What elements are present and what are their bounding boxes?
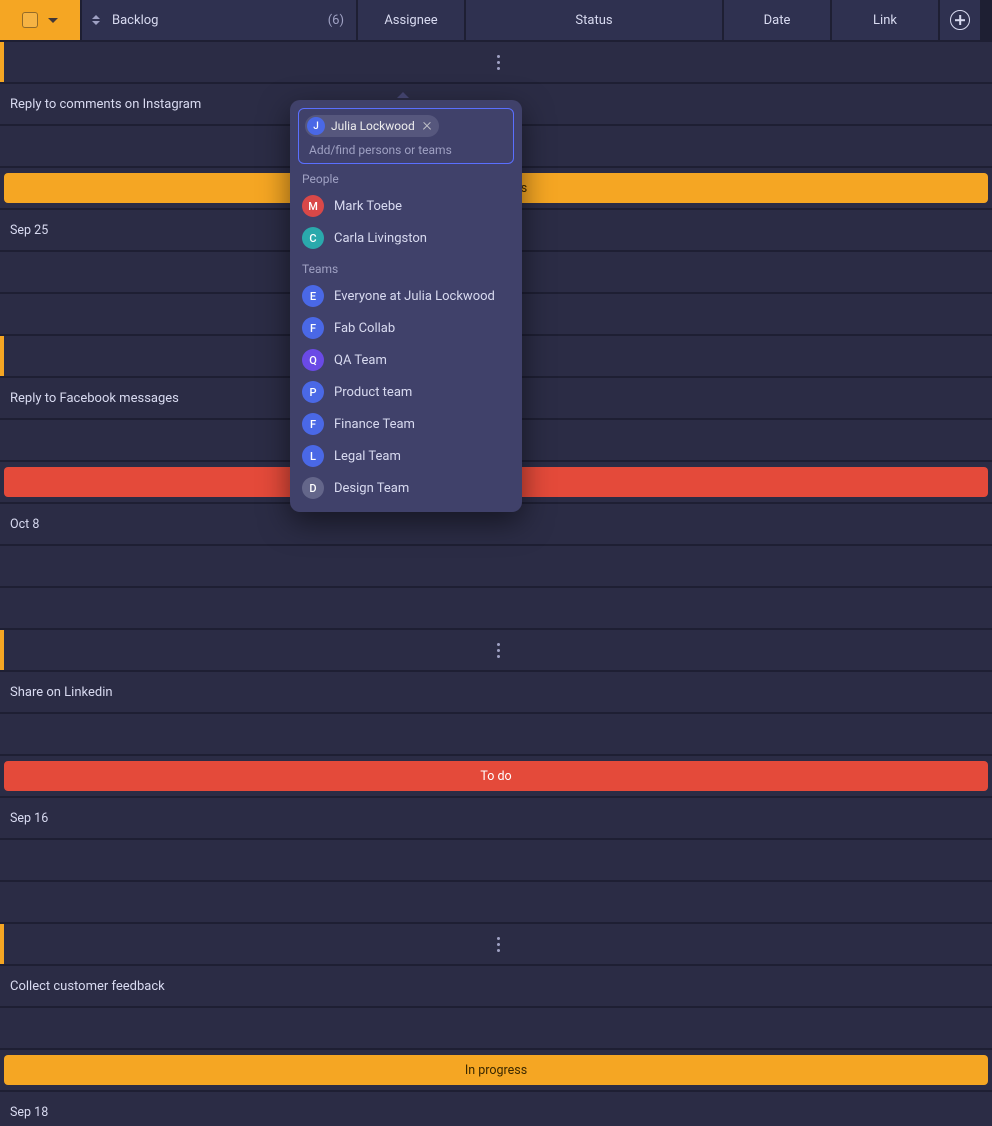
avatar: Q xyxy=(302,349,324,371)
chevron-down-icon[interactable] xyxy=(48,18,58,23)
drag-handle-icon[interactable] xyxy=(497,643,500,658)
avatar: E xyxy=(302,285,324,307)
avatar: F xyxy=(302,413,324,435)
checkbox-icon[interactable] xyxy=(22,12,38,28)
task-assignee[interactable] xyxy=(0,714,992,754)
task-status[interactable]: In progress xyxy=(0,1050,992,1090)
avatar: D xyxy=(302,477,324,499)
option-label: Design Team xyxy=(334,481,409,496)
picker-option[interactable]: C Carla Livingston xyxy=(298,222,514,254)
task-date[interactable]: Sep 16 xyxy=(0,798,992,838)
remove-tag-icon[interactable] xyxy=(421,120,433,132)
group-count: (6) xyxy=(328,13,344,28)
group-name-cell[interactable]: Backlog (6) xyxy=(82,0,356,40)
task-assignee[interactable] xyxy=(0,1008,992,1048)
option-label: Legal Team xyxy=(334,449,401,464)
drag-handle-icon[interactable] xyxy=(497,937,500,952)
row-handle[interactable] xyxy=(0,630,992,670)
picker-option[interactable]: F Finance Team xyxy=(298,408,514,440)
task-title: Reply to Facebook messages xyxy=(10,391,179,406)
task-title-cell[interactable]: Collect customer feedback xyxy=(0,966,992,1006)
group-name: Backlog xyxy=(112,13,158,28)
picker-option[interactable]: Q QA Team xyxy=(298,344,514,376)
avatar: J xyxy=(307,117,325,135)
option-label: Everyone at Julia Lockwood xyxy=(334,289,495,304)
avatar: C xyxy=(302,227,324,249)
avatar: F xyxy=(302,317,324,339)
plus-circle-icon xyxy=(950,10,970,30)
selected-person-name: Julia Lockwood xyxy=(331,119,415,133)
option-label: Product team xyxy=(334,385,412,400)
task-title: Reply to comments on Instagram xyxy=(10,97,201,112)
picker-option[interactable]: M Mark Toebe xyxy=(298,190,514,222)
picker-option[interactable]: L Legal Team xyxy=(298,440,514,472)
avatar: M xyxy=(302,195,324,217)
task-title-cell[interactable]: Share on Linkedin xyxy=(0,672,992,712)
sort-icon[interactable] xyxy=(92,15,100,25)
col-link[interactable]: Link xyxy=(832,0,938,40)
picker-section-title: People xyxy=(298,164,514,190)
add-column-button[interactable] xyxy=(940,0,980,40)
group-select-all[interactable] xyxy=(0,0,80,40)
avatar: P xyxy=(302,381,324,403)
col-date[interactable]: Date xyxy=(724,0,830,40)
task-link[interactable] xyxy=(0,546,992,586)
picker-option[interactable]: D Design Team xyxy=(298,472,514,504)
status-pill: To do xyxy=(4,761,988,791)
option-label: Fab Collab xyxy=(334,321,395,336)
col-assignee[interactable]: Assignee xyxy=(358,0,464,40)
drag-handle-icon[interactable] xyxy=(497,55,500,70)
status-pill: In progress xyxy=(4,1055,988,1085)
task-title: Collect customer feedback xyxy=(10,979,165,994)
popup-caret xyxy=(397,92,409,98)
picker-option[interactable]: F Fab Collab xyxy=(298,312,514,344)
picker-section-title: Teams xyxy=(298,254,514,280)
selected-person-tag[interactable]: J Julia Lockwood xyxy=(305,115,439,137)
row-end xyxy=(0,588,992,628)
row-handle[interactable] xyxy=(0,42,992,82)
picker-input[interactable]: Add/find persons or teams xyxy=(305,141,507,157)
picker-input-wrap[interactable]: J Julia Lockwood Add/find persons or tea… xyxy=(298,108,514,164)
task-title: Share on Linkedin xyxy=(10,685,113,700)
option-label: Finance Team xyxy=(334,417,415,432)
row-end xyxy=(0,882,992,922)
row-handle[interactable] xyxy=(0,924,992,964)
avatar: L xyxy=(302,445,324,467)
picker-option[interactable]: P Product team xyxy=(298,376,514,408)
task-date[interactable]: Sep 18 xyxy=(0,1092,992,1126)
task-status[interactable]: To do xyxy=(0,756,992,796)
option-label: Mark Toebe xyxy=(334,199,402,214)
group-header: Backlog (6) Assignee Status Date Link xyxy=(0,0,992,40)
option-label: Carla Livingston xyxy=(334,231,427,246)
option-label: QA Team xyxy=(334,353,387,368)
picker-option[interactable]: E Everyone at Julia Lockwood xyxy=(298,280,514,312)
col-status[interactable]: Status xyxy=(466,0,722,40)
assignee-picker[interactable]: J Julia Lockwood Add/find persons or tea… xyxy=(290,100,522,512)
task-link[interactable] xyxy=(0,840,992,880)
